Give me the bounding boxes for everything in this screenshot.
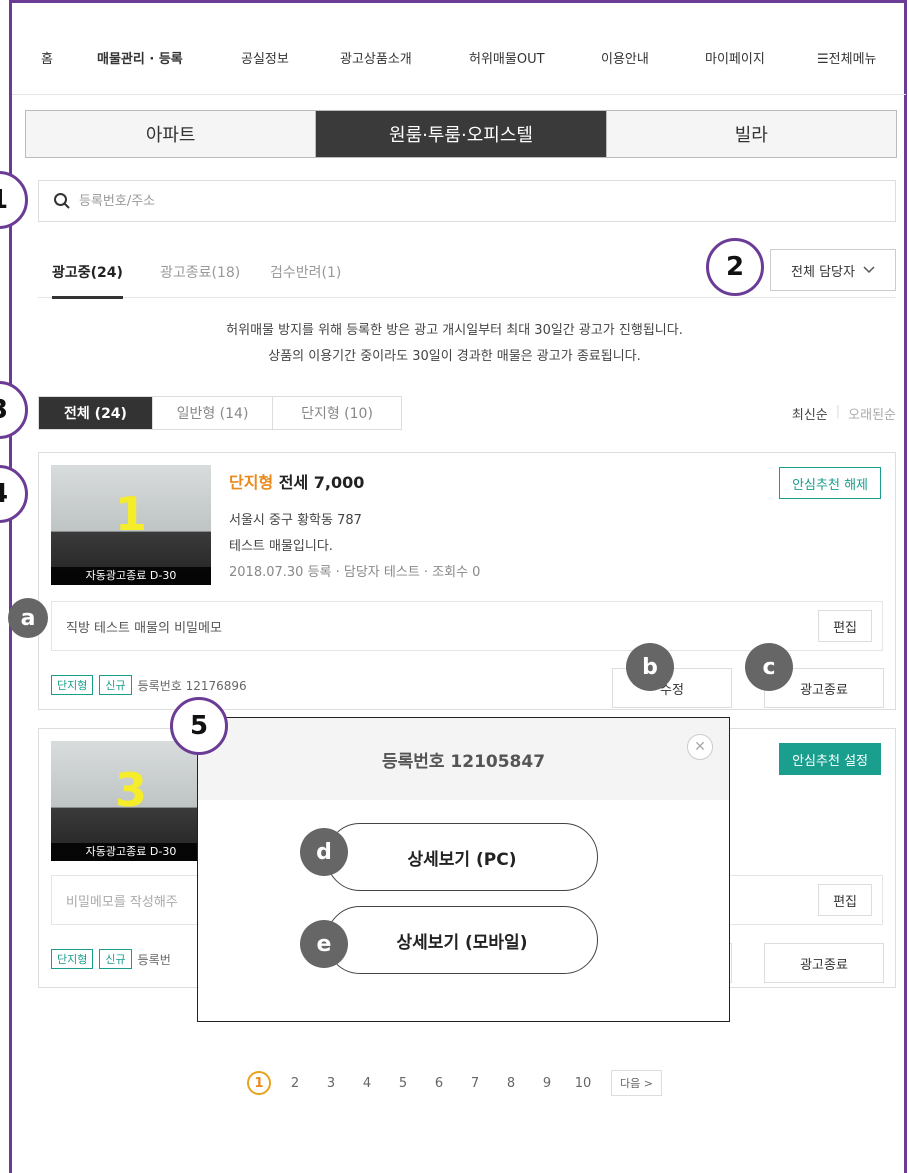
nav-mypage[interactable]: 마이페이지 bbox=[705, 48, 765, 67]
filter-general[interactable]: 일반형 (14) bbox=[153, 397, 273, 429]
page-link[interactable]: 9 bbox=[535, 1076, 559, 1091]
nav-ad-products[interactable]: 광고상품소개 bbox=[340, 48, 412, 67]
tag-new: 신규 bbox=[99, 675, 132, 695]
listing-address: 서울시 중구 황학동 787 bbox=[229, 513, 362, 528]
nav-guide[interactable]: 이용안내 bbox=[601, 48, 649, 67]
sort-options: 최신순 | 오래된순 bbox=[791, 404, 896, 423]
nav-all-menu[interactable]: ☰전체메뉴 bbox=[817, 48, 877, 67]
detail-modal: 등록번호 12105847 ✕ 상세보기 (PC) 상세보기 (모바일) bbox=[197, 717, 730, 1022]
page-link[interactable]: 8 bbox=[499, 1076, 523, 1091]
safe-recommend-release-button[interactable]: 안심추천 해제 bbox=[779, 467, 881, 499]
nav-fake-out[interactable]: 허위매물OUT bbox=[469, 48, 545, 67]
tab-villa[interactable]: 빌라 bbox=[606, 111, 896, 157]
tab-oneroom[interactable]: 원룸·투룸·오피스텔 bbox=[316, 111, 607, 157]
search-bar bbox=[38, 180, 896, 222]
sort-newest[interactable]: 최신순 bbox=[792, 404, 828, 423]
memo-edit-button[interactable]: 편집 bbox=[818, 884, 872, 916]
marker-c: c bbox=[745, 643, 793, 691]
tab-advertising[interactable]: 광고중(24) bbox=[52, 262, 123, 299]
notice-text: 허위매물 방지를 위해 등록한 방은 광고 개시일부터 최대 30일간 광고가 … bbox=[226, 323, 683, 364]
marker-d: d bbox=[300, 828, 348, 876]
view-detail-pc-button[interactable]: 상세보기 (PC) bbox=[326, 823, 598, 891]
next-page-button[interactable]: 다음 > bbox=[611, 1070, 662, 1096]
page-link[interactable]: 6 bbox=[427, 1076, 451, 1091]
marker-a: a bbox=[8, 598, 48, 638]
tab-rejected[interactable]: 검수반려(1) bbox=[270, 262, 341, 282]
top-nav: 홈 매물관리 · 등록 공실정보 광고상품소개 허위매물OUT 이용안내 마이페… bbox=[9, 42, 909, 72]
secret-memo: 직방 테스트 매물의 비밀메모 편집 bbox=[51, 601, 883, 651]
listing-meta: 2018.07.30 등록 · 담당자 테스트 · 조회수 0 bbox=[229, 565, 481, 580]
registration-number: 등록번 bbox=[137, 952, 171, 967]
modal-title: 등록번호 12105847 bbox=[381, 751, 546, 772]
nav-divider bbox=[12, 94, 906, 95]
nav-home[interactable]: 홈 bbox=[41, 48, 53, 67]
pagination: 1 2 3 4 5 6 7 8 9 10 다음 > bbox=[0, 1070, 909, 1096]
nav-vacancy[interactable]: 공실정보 bbox=[241, 48, 289, 67]
listing-title: 단지형 전세 7,000 bbox=[229, 473, 365, 492]
marker-2: 2 bbox=[706, 238, 764, 296]
marker-b: b bbox=[626, 643, 674, 691]
chevron-down-icon bbox=[863, 266, 875, 274]
page-link[interactable]: 3 bbox=[319, 1076, 343, 1091]
safe-recommend-set-button[interactable]: 안심추천 설정 bbox=[779, 743, 881, 775]
page-link[interactable]: 2 bbox=[283, 1076, 307, 1091]
memo-edit-button[interactable]: 편집 bbox=[818, 610, 872, 642]
property-type-tabs: 아파트 원룸·투룸·오피스텔 빌라 bbox=[25, 110, 897, 158]
filter-complex[interactable]: 단지형 (10) bbox=[273, 397, 401, 429]
tag-complex: 단지형 bbox=[51, 675, 94, 695]
marker-e: e bbox=[300, 920, 348, 968]
listing-thumbnail[interactable]: 3 자동광고종료 D-30 bbox=[51, 741, 211, 861]
page-link[interactable]: 10 bbox=[571, 1076, 595, 1091]
end-ad-button[interactable]: 광고종료 bbox=[764, 943, 884, 983]
listing-type-filter: 전체 (24) 일반형 (14) 단지형 (10) bbox=[38, 396, 402, 430]
sort-oldest[interactable]: 오래된순 bbox=[848, 404, 896, 423]
nav-listing-manage[interactable]: 매물관리 · 등록 bbox=[97, 48, 183, 67]
tag-complex: 단지형 bbox=[51, 949, 94, 969]
search-icon bbox=[54, 193, 70, 209]
auto-end-badge: 자동광고종료 D-30 bbox=[51, 843, 211, 861]
page-link[interactable]: 7 bbox=[463, 1076, 487, 1091]
hamburger-icon: ☰ bbox=[817, 52, 829, 67]
tab-ad-ended[interactable]: 광고종료(18) bbox=[160, 262, 240, 282]
tab-apartment[interactable]: 아파트 bbox=[26, 111, 317, 157]
listing-thumbnail[interactable]: 1 자동광고종료 D-30 bbox=[51, 465, 211, 585]
marker-5: 5 bbox=[170, 697, 228, 755]
view-detail-mobile-button[interactable]: 상세보기 (모바일) bbox=[326, 906, 598, 974]
page-link[interactable]: 5 bbox=[391, 1076, 415, 1091]
search-input[interactable] bbox=[79, 193, 779, 209]
modal-header: 등록번호 12105847 ✕ bbox=[198, 718, 729, 800]
manager-dropdown[interactable]: 전체 담당자 bbox=[770, 249, 896, 291]
status-tabs: 광고중(24) 광고종료(18) 검수반려(1) bbox=[38, 252, 896, 299]
auto-end-badge: 자동광고종료 D-30 bbox=[51, 567, 211, 585]
close-icon[interactable]: ✕ bbox=[687, 734, 713, 760]
registration-number: 등록번호 12176896 bbox=[137, 678, 247, 693]
tag-new: 신규 bbox=[99, 949, 132, 969]
filter-all[interactable]: 전체 (24) bbox=[39, 397, 153, 429]
page-current[interactable]: 1 bbox=[247, 1071, 272, 1095]
listing-description: 테스트 매물입니다. bbox=[229, 539, 333, 554]
page-link[interactable]: 4 bbox=[355, 1076, 379, 1091]
